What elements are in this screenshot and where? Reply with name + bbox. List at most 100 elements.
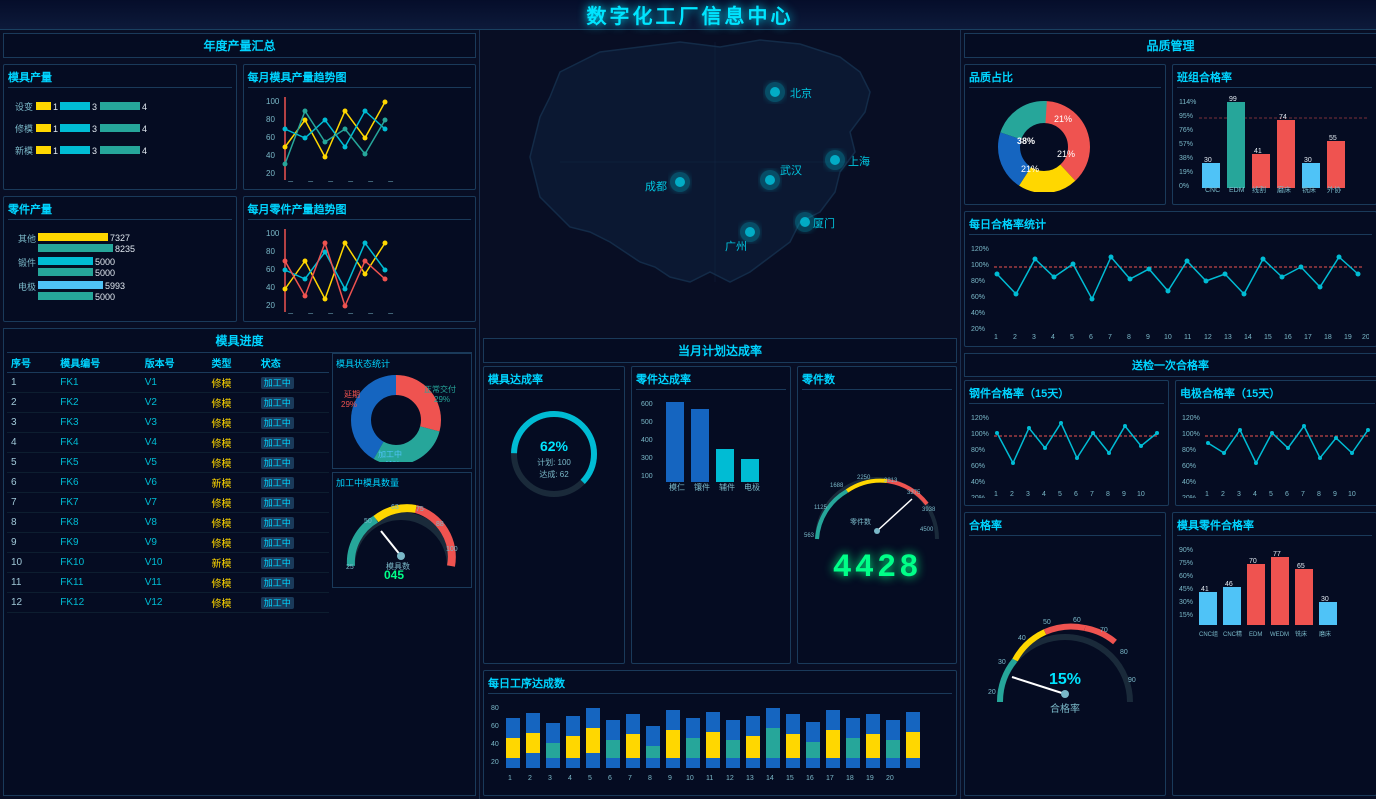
svg-text:14: 14 [1244, 334, 1252, 339]
svg-text:线割: 线割 [1252, 185, 1266, 194]
svg-text:3: 3 [92, 102, 97, 112]
svg-text:设变: 设变 [15, 101, 33, 112]
svg-text:锻件: 锻件 [18, 257, 36, 268]
svg-text:57%: 57% [1179, 141, 1193, 148]
monthly-mold-chart: 100 80 60 40 20 1月 2月 3月 4月 5月 6月 [248, 92, 408, 182]
part-count-title: 零件数 [802, 371, 952, 390]
svg-text:20: 20 [266, 301, 275, 310]
svg-text:4: 4 [1051, 334, 1055, 339]
group-rate-title: 班组合格率 [1177, 69, 1372, 88]
svg-text:4: 4 [1042, 491, 1046, 498]
svg-text:80: 80 [266, 115, 275, 124]
donut-title: 品质占比 [969, 69, 1161, 88]
svg-text:90: 90 [1128, 677, 1136, 684]
svg-text:1: 1 [53, 146, 58, 156]
daily-achieve-title: 每日工序达成数 [488, 675, 952, 694]
svg-text:21%: 21% [1021, 164, 1039, 174]
page-title: 数字化工厂信息中心 [587, 0, 794, 29]
table-row: 11 FK11 V11 修模 加工中 [7, 573, 329, 593]
svg-text:76%: 76% [1179, 127, 1193, 134]
svg-text:300: 300 [641, 455, 653, 462]
svg-text:100%: 100% [971, 431, 989, 438]
svg-text:20: 20 [1362, 334, 1369, 339]
steel-chart: 120% 100% 80% 60% 40% 20% [969, 408, 1164, 498]
svg-text:17: 17 [1304, 334, 1312, 339]
svg-text:80%: 80% [1182, 447, 1196, 454]
svg-text:80%: 80% [971, 278, 985, 285]
china-map: 北京 上海 成都 武汉 广州 厦门 [480, 30, 960, 335]
svg-text:5000: 5000 [95, 257, 115, 267]
part-count-gauge: 563 1125 1688 2250 2813 3375 3938 4500 零… [802, 469, 952, 549]
svg-text:95%: 95% [1179, 113, 1193, 120]
svg-text:5000: 5000 [95, 268, 115, 278]
mold-part-title: 模具零件合格率 [1177, 517, 1372, 536]
left-panel: 年度产量汇总 模具产量 设变 1 3 4 修模 [0, 30, 480, 799]
svg-text:1月: 1月 [282, 181, 294, 182]
svg-text:4: 4 [142, 146, 147, 156]
svg-text:400: 400 [641, 437, 653, 444]
svg-text:新模: 新模 [15, 145, 33, 156]
mold-production-title: 模具产量 [8, 69, 232, 88]
svg-text:7: 7 [628, 775, 632, 782]
svg-text:零件数: 零件数 [850, 517, 871, 526]
svg-text:3: 3 [1032, 334, 1036, 339]
svg-text:19%: 19% [1179, 169, 1193, 176]
svg-text:41: 41 [1254, 148, 1262, 155]
pass-rate-title: 合格率 [969, 517, 1161, 536]
part-rate-title: 零件达成率 [636, 371, 786, 390]
mold-rate-gauge: 62% 计划: 100 达成: 62 [499, 399, 609, 499]
svg-text:11: 11 [706, 775, 713, 782]
svg-text:电极: 电极 [18, 281, 36, 292]
svg-text:1: 1 [994, 491, 998, 498]
svg-text:铣床: 铣床 [1295, 630, 1307, 638]
svg-text:3: 3 [1026, 491, 1030, 498]
svg-text:20: 20 [988, 689, 996, 696]
svg-text:9: 9 [668, 775, 672, 782]
svg-text:15%: 15% [1049, 671, 1081, 688]
status-donut: 延期 29% 正常交付 29% 加工中 41% [336, 372, 466, 462]
svg-text:1: 1 [53, 102, 58, 112]
svg-text:13: 13 [746, 775, 754, 782]
svg-text:65: 65 [1297, 563, 1305, 570]
svg-text:4月: 4月 [342, 313, 354, 314]
daily-pass-section: 每日合格率统计 120% 100% 80% 60% 40% 20% [964, 211, 1376, 347]
svg-text:8: 8 [1127, 334, 1131, 339]
col-type: 类型 [208, 353, 257, 373]
svg-text:62%: 62% [540, 438, 569, 454]
svg-text:6: 6 [608, 775, 612, 782]
svg-text:5: 5 [588, 775, 592, 782]
part-bar-chart: 其他 7327 8235 锻件 5000 5000 电极 5993 5000 [8, 224, 158, 314]
svg-text:40%: 40% [971, 479, 985, 486]
svg-text:88: 88 [436, 521, 444, 528]
pass-rate-gauge: 20 30 40 50 60 70 80 90 15% 合格率 [980, 612, 1150, 722]
svg-text:上海: 上海 [848, 154, 870, 168]
svg-text:8235: 8235 [115, 244, 135, 254]
svg-text:60: 60 [266, 265, 275, 274]
svg-text:加工中: 加工中 [378, 449, 402, 459]
svg-text:其他: 其他 [18, 233, 36, 244]
svg-text:30: 30 [1304, 157, 1312, 164]
mold-rate-section: 模具达成率 62% 计划: 100 达成: 62 [483, 366, 625, 665]
svg-text:6月: 6月 [382, 313, 394, 314]
svg-text:100: 100 [446, 546, 458, 553]
svg-text:磨床: 磨床 [1319, 630, 1331, 638]
svg-text:10: 10 [1137, 491, 1145, 498]
table-row: 6 FK6 V6 新模 加工中 [7, 473, 329, 493]
table-row: 12 FK12 V12 修模 加工中 [7, 593, 329, 613]
svg-text:16: 16 [1284, 334, 1292, 339]
mold-progress-table: 序号 模具编号 版本号 类型 状态 1 FK1 V1 修模 加工中 2 [7, 353, 329, 613]
svg-text:模仁: 模仁 [669, 482, 685, 492]
svg-text:3: 3 [92, 146, 97, 156]
svg-text:2月: 2月 [302, 181, 314, 182]
svg-text:1125: 1125 [814, 505, 828, 511]
svg-text:18: 18 [1324, 334, 1332, 339]
right-panel: 品质管理 品质占比 38% 21% 21% 21% [960, 30, 1376, 799]
svg-text:75%: 75% [1179, 560, 1193, 567]
svg-text:2: 2 [1013, 334, 1017, 339]
svg-text:12: 12 [1204, 334, 1212, 339]
svg-text:EDM: EDM [1229, 187, 1245, 194]
svg-text:100: 100 [266, 97, 280, 106]
monthly-plan-title-bar: 当月计划达成率 [483, 338, 957, 363]
svg-text:4: 4 [1253, 491, 1257, 498]
svg-text:电极: 电极 [744, 482, 760, 492]
